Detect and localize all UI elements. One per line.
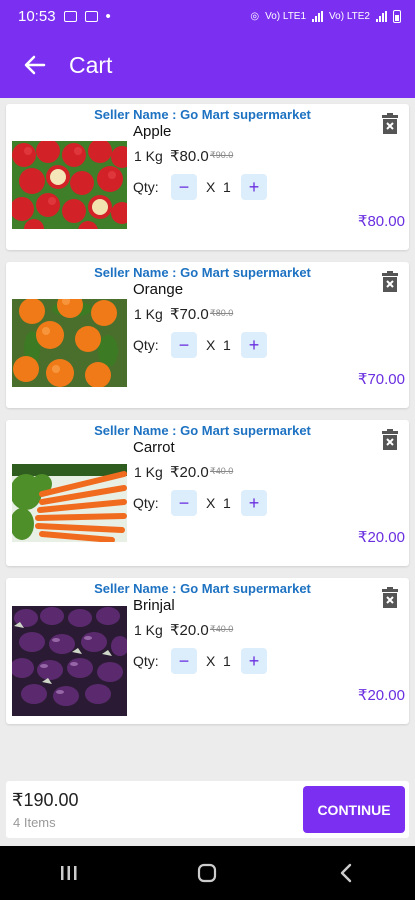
home-button[interactable] xyxy=(187,853,227,893)
minus-icon: − xyxy=(178,334,190,355)
product-name: Apple xyxy=(133,123,172,140)
product-weight: 1 Kg xyxy=(134,464,163,480)
page-title: Cart xyxy=(69,51,113,78)
qty-separator: X xyxy=(206,653,216,669)
qty-separator: X xyxy=(206,337,216,353)
product-name: Orange xyxy=(133,281,184,298)
cart-list: Seller Name : Go Mart supermarket Apple … xyxy=(6,104,409,736)
product-price: ₹70.0 xyxy=(170,306,209,323)
continue-button[interactable]: CONTINUE xyxy=(303,786,405,833)
back-button[interactable] xyxy=(18,48,52,82)
line-total: ₹20.00 xyxy=(357,687,405,704)
product-name: Brinjal xyxy=(133,597,175,614)
product-mrp: ₹90.0 xyxy=(210,150,234,160)
plus-icon: + xyxy=(248,650,260,671)
plus-icon: + xyxy=(248,492,260,513)
battery-icon xyxy=(393,9,401,23)
delete-icon xyxy=(382,271,398,292)
product-price: ₹80.0 xyxy=(170,148,209,165)
increase-qty-button[interactable]: + xyxy=(241,490,267,516)
product-mrp: ₹40.0 xyxy=(210,466,234,476)
home-icon xyxy=(198,863,217,883)
qty-label: Qty: xyxy=(133,653,159,669)
minus-icon: − xyxy=(178,176,190,197)
signal-icon-2 xyxy=(376,10,387,22)
cart-item: Seller Name : Go Mart supermarket Apple … xyxy=(6,104,409,250)
cart-summary-bar: ₹190.00 4 Items CONTINUE xyxy=(6,781,409,838)
decrease-qty-button[interactable]: − xyxy=(171,490,197,516)
product-weight: 1 Kg xyxy=(134,622,163,638)
increase-qty-button[interactable]: + xyxy=(241,332,267,358)
cart-total: ₹190.00 xyxy=(12,790,79,810)
network-label-2: Vo) LTE2 xyxy=(329,10,370,22)
qty-value: 1 xyxy=(223,179,231,195)
network-label-1: Vo) LTE1 xyxy=(265,10,307,22)
delete-icon xyxy=(382,587,398,608)
line-total: ₹20.00 xyxy=(357,529,405,546)
recent-apps-button[interactable] xyxy=(49,853,89,893)
delete-item-button[interactable] xyxy=(381,429,399,451)
status-bar: 10:53 • ◎ Vo) LTE1 Vo) LTE2 xyxy=(0,0,415,32)
line-total: ₹80.00 xyxy=(357,213,405,230)
chevron-left-icon xyxy=(340,863,352,883)
seller-name: Seller Name : Go Mart supermarket xyxy=(94,107,311,122)
qty-value: 1 xyxy=(223,653,231,669)
decrease-qty-button[interactable]: − xyxy=(171,332,197,358)
qty-separator: X xyxy=(206,179,216,195)
delete-item-button[interactable] xyxy=(381,113,399,135)
minus-icon: − xyxy=(178,492,190,513)
line-total: ₹70.00 xyxy=(357,371,405,388)
increase-qty-button[interactable]: + xyxy=(241,174,267,200)
product-price: ₹20.0 xyxy=(170,464,209,481)
plus-icon: + xyxy=(248,334,260,355)
mail-icon xyxy=(84,10,98,22)
recent-apps-icon xyxy=(61,866,77,880)
seller-name: Seller Name : Go Mart supermarket xyxy=(94,423,311,438)
increase-qty-button[interactable]: + xyxy=(241,648,267,674)
items-count: 4 Items xyxy=(13,815,56,830)
product-weight: 1 Kg xyxy=(134,148,163,164)
arrow-left-icon xyxy=(24,55,46,75)
status-time: 10:53 xyxy=(18,7,56,25)
product-image-apple xyxy=(12,141,127,229)
product-image-orange xyxy=(12,299,127,387)
product-image-carrot xyxy=(12,464,127,542)
cart-item: Seller Name : Go Mart supermarket Carrot… xyxy=(6,420,409,566)
delete-icon xyxy=(382,113,398,134)
app-bar: Cart xyxy=(0,32,415,98)
product-image-brinjal xyxy=(12,606,127,716)
qty-label: Qty: xyxy=(133,495,159,511)
qty-label: Qty: xyxy=(133,179,159,195)
delete-item-button[interactable] xyxy=(381,587,399,609)
cart-item: Seller Name : Go Mart supermarket Orange… xyxy=(6,262,409,408)
minus-icon: − xyxy=(178,650,190,671)
qty-label: Qty: xyxy=(133,337,159,353)
nav-back-button[interactable] xyxy=(326,853,366,893)
qty-value: 1 xyxy=(223,337,231,353)
product-mrp: ₹40.0 xyxy=(210,624,234,634)
delete-item-button[interactable] xyxy=(381,271,399,293)
product-name: Carrot xyxy=(133,439,175,456)
dot-icon: • xyxy=(105,7,111,25)
qty-value: 1 xyxy=(223,495,231,511)
product-mrp: ₹80.0 xyxy=(210,308,234,318)
delete-icon xyxy=(382,429,398,450)
decrease-qty-button[interactable]: − xyxy=(171,174,197,200)
decrease-qty-button[interactable]: − xyxy=(171,648,197,674)
qty-separator: X xyxy=(206,495,216,511)
gallery-icon xyxy=(63,10,77,22)
cart-item: Seller Name : Go Mart supermarket Brinja… xyxy=(6,578,409,724)
hotspot-icon: ◎ xyxy=(250,10,260,22)
plus-icon: + xyxy=(248,176,260,197)
product-weight: 1 Kg xyxy=(134,306,163,322)
system-nav-bar xyxy=(0,846,415,900)
product-price: ₹20.0 xyxy=(170,622,209,639)
seller-name: Seller Name : Go Mart supermarket xyxy=(94,581,311,596)
seller-name: Seller Name : Go Mart supermarket xyxy=(94,265,311,280)
signal-icon-1 xyxy=(312,10,324,22)
